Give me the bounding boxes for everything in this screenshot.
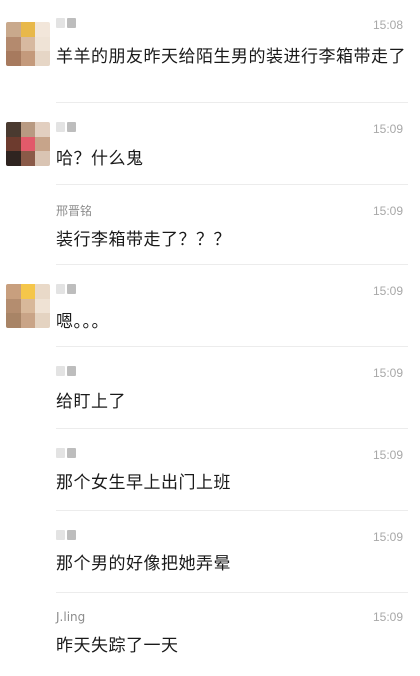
message-text: 羊羊的朋友昨天给陌生男的装进行李箱带走了 [56,47,406,67]
sender-name[interactable] [56,530,76,544]
chat-feed: 15:08 羊羊的朋友昨天给陌生男的装进行李箱带走了 15:09 哈？什么鬼 邢… [0,0,420,676]
divider [56,346,408,347]
sender-name[interactable] [56,448,76,462]
sender-name[interactable] [56,122,76,136]
message-text: 那个女生早上出门上班 [56,473,231,493]
message-text: 哈？什么鬼 [56,149,144,169]
sender-name[interactable] [56,18,76,32]
message-text: 那个男的好像把她弄晕 [56,554,231,574]
message-time: 15:09 [372,366,403,380]
sender-name[interactable]: 邢晋铭 [56,204,92,218]
divider [56,592,408,593]
message-time: 15:09 [372,284,403,298]
avatar[interactable] [6,284,50,328]
message-time: 15:09 [372,122,403,136]
message-text: 昨天失踪了一天 [56,636,179,656]
avatar[interactable] [6,122,50,166]
message-time: 15:08 [372,18,403,32]
message-time: 15:09 [372,448,403,462]
message-time: 15:09 [372,610,403,624]
message-text: 给盯上了 [56,392,126,412]
divider [56,184,408,185]
sender-name[interactable] [56,366,76,380]
sender-name[interactable] [56,284,76,298]
divider [56,428,408,429]
divider [56,510,408,511]
divider [56,264,408,265]
divider [56,102,408,103]
sender-name[interactable]: J.ling [56,610,85,624]
message-time: 15:09 [372,204,403,218]
avatar[interactable] [6,22,50,66]
message-text: 嗯。。。 [56,312,109,332]
message-text: 装行李箱带走了？？？ [56,230,231,250]
message-time: 15:09 [372,530,403,544]
